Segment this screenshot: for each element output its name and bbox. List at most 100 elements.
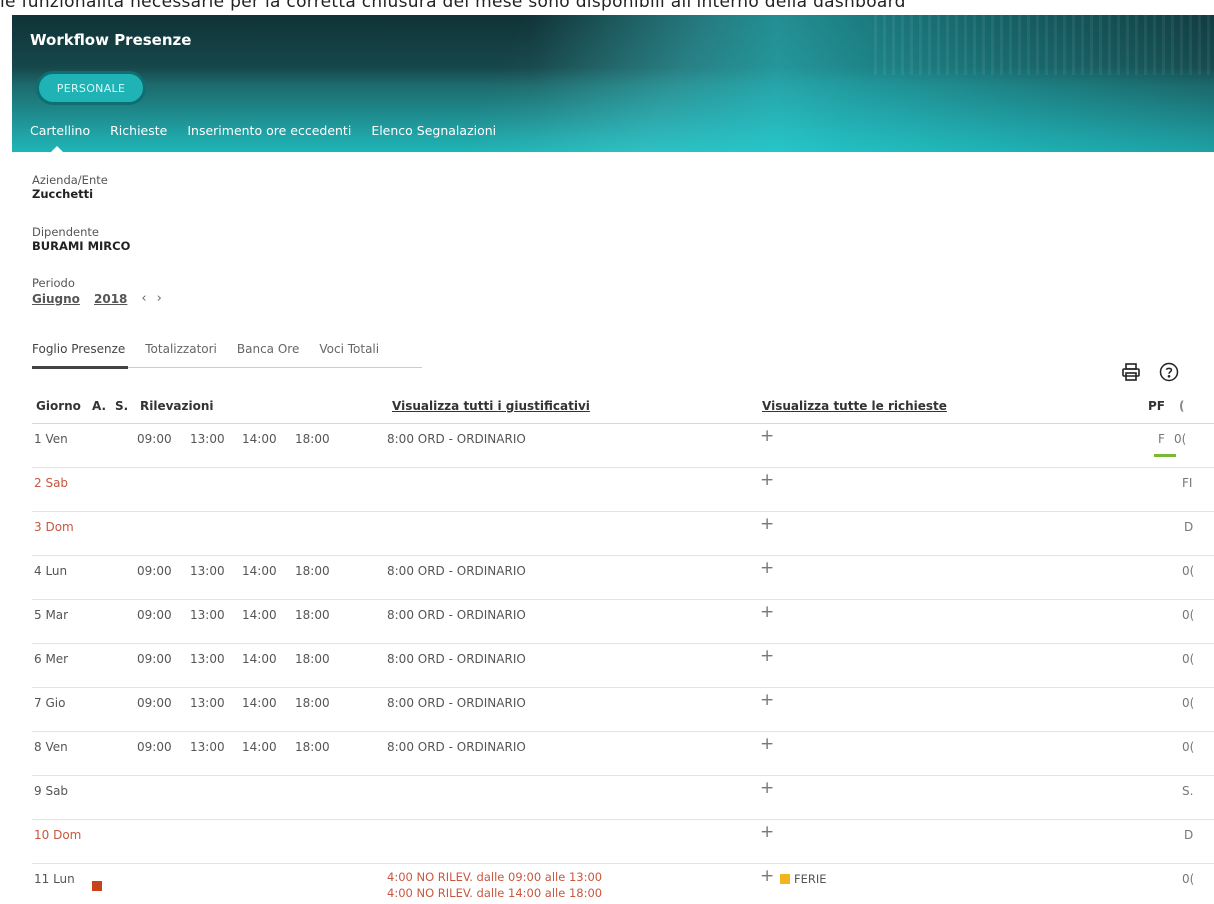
help-icon[interactable] [1157, 360, 1181, 384]
row-extra: 0( [1182, 564, 1195, 578]
add-request-icon[interactable]: + [760, 646, 774, 666]
add-request-icon[interactable]: + [760, 734, 774, 754]
table-row: 11 Lun 4:00 NO RILEV. dalle 09:00 alle 1… [32, 864, 1214, 904]
personale-button[interactable]: PERSONALE [36, 71, 146, 105]
row-day: 2 Sab [34, 476, 69, 490]
add-request-icon[interactable]: + [760, 514, 774, 534]
row-time: 09:00 [137, 696, 172, 710]
row-time: 13:00 [190, 652, 225, 666]
row-giustificativo: 8:00 ORD - ORDINARIO [387, 740, 526, 754]
dipendente-label: Dipendente [32, 225, 99, 239]
header-rilevazioni: Rilevazioni [140, 399, 214, 413]
row-time: 14:00 [242, 564, 277, 578]
active-tab-indicator [32, 366, 128, 369]
row-extra: 0( [1182, 608, 1195, 622]
add-request-icon[interactable]: + [760, 690, 774, 710]
row-time: 09:00 [137, 740, 172, 754]
add-request-icon[interactable]: + [760, 822, 774, 842]
row-time: 13:00 [190, 740, 225, 754]
print-icon[interactable] [1119, 360, 1143, 384]
row-day: 10 Dom [34, 828, 82, 842]
table-row: 10 Dom + D [32, 820, 1214, 864]
nav-richieste[interactable]: Richieste [110, 123, 167, 138]
prev-period-arrow-icon[interactable]: ‹ [141, 291, 146, 306]
table-header: Giorno A. S. Rilevazioni Visualizza tutt… [32, 399, 1214, 423]
row-extra: 0( [1182, 696, 1195, 710]
visualizza-richieste-link[interactable]: Visualizza tutte le richieste [762, 399, 947, 413]
row-extra: D [1184, 828, 1194, 842]
row-giustificativo: 8:00 ORD - ORDINARIO [387, 608, 526, 622]
row-extra: 0( [1182, 652, 1195, 666]
nav-inserimento-ore-eccedenti[interactable]: Inserimento ore eccedenti [187, 123, 351, 138]
header-extra: ( [1179, 399, 1185, 413]
row-time: 14:00 [242, 608, 277, 622]
row-day: 11 Lun [34, 872, 75, 886]
row-extra: 0( [1182, 740, 1195, 754]
periodo-year[interactable]: 2018 [94, 292, 127, 306]
row-extra: FI [1182, 476, 1193, 490]
row-day: 5 Mar [34, 608, 69, 622]
add-request-icon[interactable]: + [760, 426, 774, 446]
app-header: Workflow Presenze PERSONALE Cartellino R… [12, 15, 1214, 152]
ferie-label: FERIE [794, 872, 827, 886]
row-time: 14:00 [242, 696, 277, 710]
row-extra: D [1184, 520, 1194, 534]
table-row: 2 Sab + FI [32, 468, 1214, 512]
main-nav: Cartellino Richieste Inserimento ore ecc… [30, 123, 516, 152]
add-request-icon[interactable]: + [760, 470, 774, 490]
pf-active-indicator [1154, 454, 1176, 457]
nav-elenco-segnalazioni[interactable]: Elenco Segnalazioni [371, 123, 496, 138]
tab-voci-totali[interactable]: Voci Totali [319, 342, 379, 356]
periodo-selector: Periodo Giugno 2018 ‹ › [32, 276, 172, 307]
row-time: 09:00 [137, 564, 172, 578]
row-day: 9 Sab [34, 784, 69, 798]
visualizza-giustificativi-link[interactable]: Visualizza tutti i giustificativi [392, 399, 590, 413]
periodo-month[interactable]: Giugno [32, 292, 94, 306]
add-request-icon[interactable]: + [760, 778, 774, 798]
row-day: 8 Ven [34, 740, 68, 754]
table-row: 1 Ven 09:00 13:00 14:00 18:00 8:00 ORD -… [32, 424, 1214, 468]
row-time: 18:00 [295, 740, 330, 754]
header-a: A. [92, 399, 107, 413]
row-time: 13:00 [190, 564, 225, 578]
row-day: 3 Dom [34, 520, 74, 534]
row-day: 4 Lun [34, 564, 68, 578]
row-time: 14:00 [242, 652, 277, 666]
header-background-stripes [874, 15, 1214, 75]
table-row: 9 Sab + S. [32, 776, 1214, 820]
dipendente-info: Dipendente BURAMI MIRCO [32, 225, 131, 254]
row-time: 13:00 [190, 696, 225, 710]
table-row: 4 Lun 09:00 13:00 14:00 18:00 8:00 ORD -… [32, 556, 1214, 600]
tab-totalizzatori[interactable]: Totalizzatori [145, 342, 217, 356]
table-row: 8 Ven 09:00 13:00 14:00 18:00 8:00 ORD -… [32, 732, 1214, 776]
ferie-request[interactable]: FERIE [780, 872, 827, 886]
row-extra: 0( [1182, 872, 1195, 886]
tab-banca-ore[interactable]: Banca Ore [237, 342, 299, 356]
header-s: S. [115, 399, 129, 413]
add-request-icon[interactable]: + [760, 602, 774, 622]
row-giustificativo: 8:00 ORD - ORDINARIO [387, 432, 526, 446]
azienda-label: Azienda/Ente [32, 173, 108, 187]
row-pf[interactable]: F [1158, 432, 1165, 446]
table-row: 6 Mer 09:00 13:00 14:00 18:00 8:00 ORD -… [32, 644, 1214, 688]
row-time: 09:00 [137, 432, 172, 446]
row-giustificativo: 8:00 ORD - ORDINARIO [387, 564, 526, 578]
tab-foglio-presenze[interactable]: Foglio Presenze [32, 342, 125, 356]
add-request-icon[interactable]: + [760, 558, 774, 578]
row-extra: 0( [1174, 432, 1187, 446]
next-period-arrow-icon[interactable]: › [157, 291, 162, 306]
subtabs: Foglio Presenze Totalizzatori Banca Ore … [32, 342, 399, 356]
periodo-label: Periodo [32, 276, 75, 290]
nav-cartellino[interactable]: Cartellino [30, 123, 90, 152]
row-time: 18:00 [295, 564, 330, 578]
row-time: 13:00 [190, 432, 225, 446]
table-row: 7 Gio 09:00 13:00 14:00 18:00 8:00 ORD -… [32, 688, 1214, 732]
row-giustificativo: 8:00 ORD - ORDINARIO [387, 652, 526, 666]
row-extra: S. [1182, 784, 1194, 798]
row-time: 18:00 [295, 608, 330, 622]
dipendente-value: BURAMI MIRCO [32, 239, 131, 253]
add-request-icon[interactable]: + [760, 866, 774, 886]
row-time: 18:00 [295, 432, 330, 446]
row-time: 14:00 [242, 740, 277, 754]
ferie-color-icon [780, 874, 790, 884]
